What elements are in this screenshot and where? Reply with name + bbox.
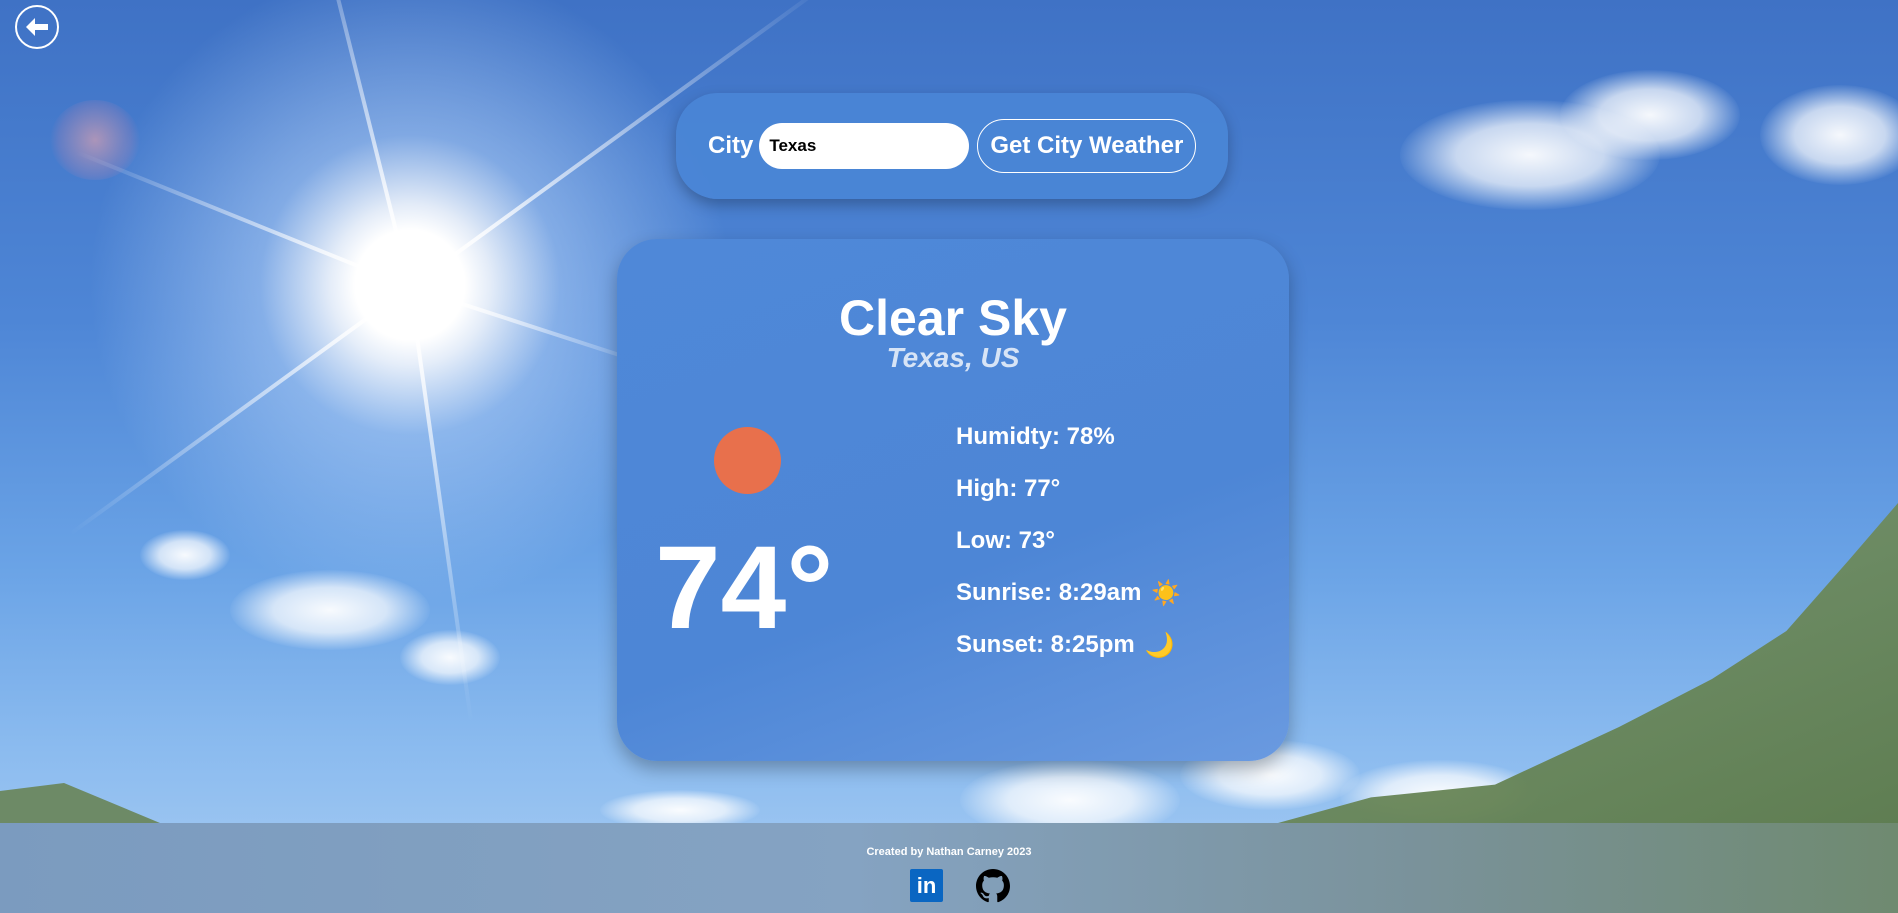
sunrise-sun-icon: ☀️ [1151, 579, 1182, 607]
sunset-stat: Sunset: 8:25pm 🌙 [956, 619, 1181, 671]
cloud [1560, 70, 1740, 160]
low-text: Low: 73° [956, 527, 1055, 554]
sunset-text: Sunset: 8:25pm [956, 631, 1135, 658]
cloud [400, 630, 500, 685]
weather-page: City Get City Weather Clear Sky Texas, U… [0, 0, 1898, 913]
sunset-moon-icon: 🌙 [1144, 631, 1175, 659]
sun-icon [714, 427, 781, 494]
weather-card: Clear Sky Texas, US 74° Humidty: 78% Hig… [617, 239, 1289, 761]
sun-ray [306, 0, 412, 288]
lens-flare [50, 100, 140, 180]
humidity-stat: Humidty: 78% [956, 411, 1181, 463]
high-text: High: 77° [956, 475, 1061, 502]
footer: Created by Nathan Carney 2023 in [0, 823, 1898, 913]
footer-credit: Created by Nathan Carney 2023 [866, 846, 1032, 858]
mountain [0, 783, 160, 823]
cloud [140, 530, 230, 580]
linkedin-icon[interactable]: in [910, 869, 943, 902]
low-stat: Low: 73° [956, 515, 1181, 567]
sunrise-stat: Sunrise: 8:29am ☀️ [956, 567, 1181, 619]
cloud [1760, 85, 1898, 185]
city-search-form: City Get City Weather [676, 93, 1228, 199]
humidity-text: Humidty: 78% [956, 423, 1115, 450]
current-temperature: 74° [655, 522, 834, 654]
get-city-weather-button[interactable]: Get City Weather [977, 119, 1197, 173]
sunrise-text: Sunrise: 8:29am [956, 579, 1142, 606]
sun-ray [75, 150, 411, 289]
high-stat: High: 77° [956, 463, 1181, 515]
sun-ray [69, 285, 412, 536]
weather-location: Texas, US [886, 342, 1020, 373]
weather-stats: Humidty: 78% High: 77° Low: 73° Sunrise:… [956, 411, 1181, 671]
city-input[interactable] [759, 123, 970, 169]
cloud [230, 570, 430, 650]
back-button[interactable] [15, 5, 59, 49]
weather-condition: Clear Sky [839, 290, 1067, 346]
github-icon[interactable] [976, 869, 1010, 903]
arrow-left-icon [26, 18, 48, 36]
city-label: City [708, 132, 754, 159]
